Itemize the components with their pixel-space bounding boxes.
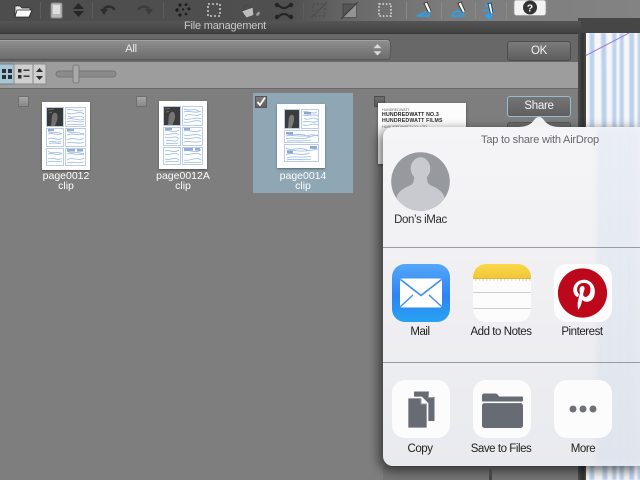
svg-text:?: ? bbox=[527, 2, 533, 14]
